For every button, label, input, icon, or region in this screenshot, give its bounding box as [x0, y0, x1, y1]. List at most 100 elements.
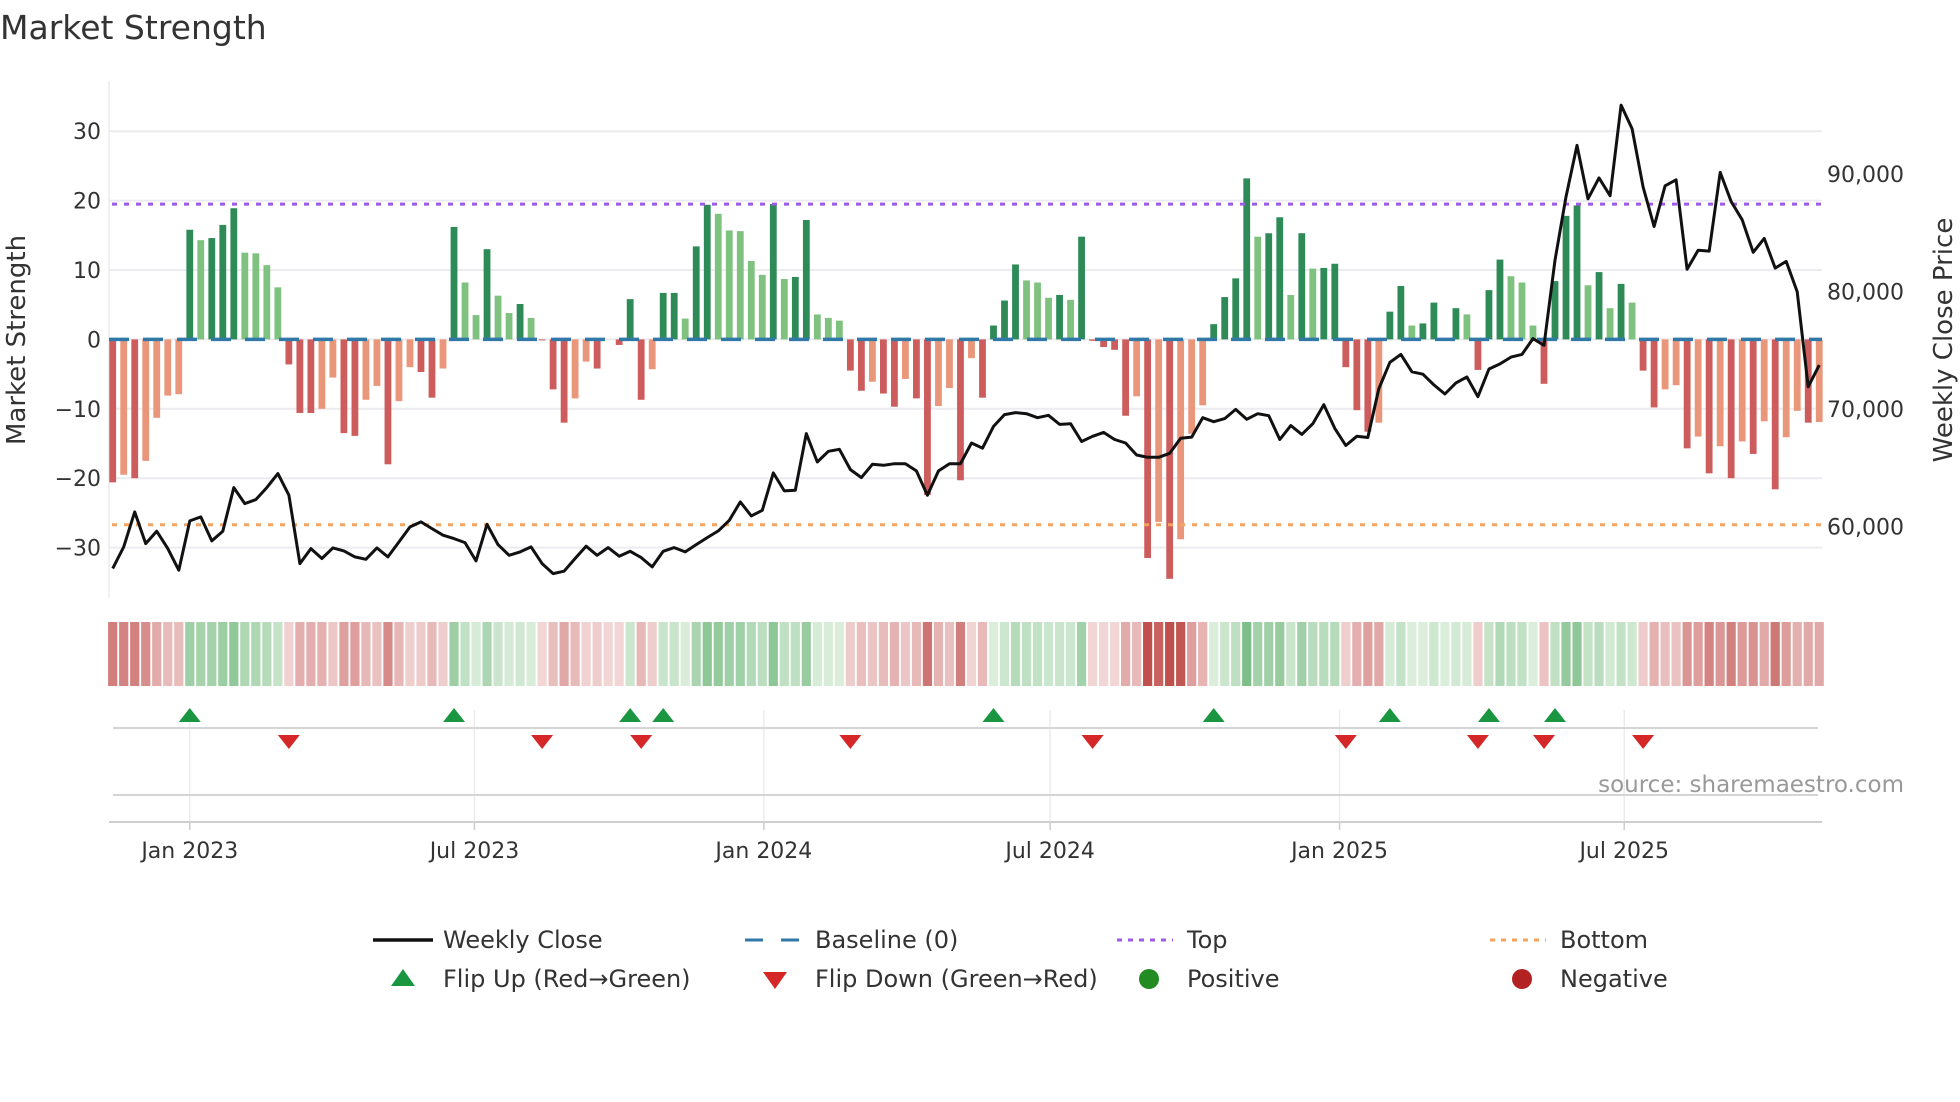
strength-bar: [1122, 339, 1130, 416]
strength-bar: [1727, 339, 1735, 479]
strength-bar: [538, 339, 546, 341]
strength-bar: [593, 339, 601, 369]
heat-cell: [1231, 622, 1241, 686]
heat-cell: [603, 622, 613, 686]
heat-cell: [779, 622, 789, 686]
strength-bar: [1782, 339, 1790, 438]
strength-bar: [1067, 299, 1074, 340]
flip-up-marker: [982, 708, 1005, 722]
legend-label: Negative: [1560, 965, 1668, 993]
flip-down-marker: [277, 735, 300, 749]
strength-bar: [1738, 339, 1746, 442]
heat-cell: [724, 622, 734, 686]
strength-bar: [131, 339, 139, 479]
heat-cell: [1649, 622, 1659, 686]
heat-cell: [1374, 622, 1384, 686]
heat-cell: [1275, 622, 1285, 686]
legend-item: Bottom: [1490, 926, 1648, 954]
strength-bar: [318, 339, 326, 409]
heat-cell: [614, 622, 624, 686]
flip-down-marker: [1466, 735, 1489, 749]
strength-bar: [758, 274, 766, 340]
heat-cell: [251, 622, 261, 686]
heat-cell: [1484, 622, 1494, 686]
strength-bar: [329, 339, 337, 378]
strength-bar: [472, 315, 480, 340]
strength-bar: [1243, 178, 1251, 340]
heat-cell: [1638, 622, 1648, 686]
legend-label: Baseline (0): [815, 926, 958, 954]
heat-cell: [394, 622, 404, 686]
heat-cell: [1297, 622, 1307, 686]
y-tick-label: 30: [73, 120, 101, 145]
flip-up-marker: [619, 708, 642, 722]
strength-bar: [1221, 297, 1229, 340]
heat-cell: [515, 622, 525, 686]
strength-bar: [1408, 325, 1416, 340]
heat-cell: [262, 622, 272, 686]
strength-bar: [990, 325, 997, 340]
heat-cell: [834, 622, 844, 686]
strength-bar: [1430, 302, 1438, 340]
heat-cell: [284, 622, 294, 686]
heat-cell: [152, 622, 162, 686]
heat-cell: [735, 622, 745, 686]
strength-bar: [1507, 276, 1515, 340]
strength-bar: [582, 339, 590, 362]
heat-cell: [1121, 622, 1131, 686]
heat-cell: [1010, 622, 1021, 686]
y-tick-label: 0: [87, 328, 101, 353]
heat-cell: [306, 622, 316, 686]
strength-bar: [1210, 324, 1218, 340]
strength-bar: [1452, 308, 1460, 340]
heat-cell: [1440, 622, 1450, 686]
flip-up-marker: [1477, 708, 1500, 722]
strength-bar: [1749, 339, 1757, 454]
heat-cell: [933, 622, 944, 686]
strength-bar: [1012, 264, 1019, 340]
circle-icon: [1512, 969, 1532, 989]
strength-bar: [648, 339, 656, 370]
strength-bar: [1265, 233, 1273, 340]
strength-bar: [1518, 282, 1526, 340]
strength-bar: [769, 204, 777, 340]
heat-cell: [493, 622, 503, 686]
flip-down-marker: [630, 735, 653, 749]
strength-bar: [813, 314, 821, 340]
heat-cell: [130, 622, 140, 686]
heat-cell: [185, 622, 195, 686]
strength-bar: [924, 339, 931, 495]
heat-cell: [1561, 622, 1571, 686]
strength-bar: [1298, 233, 1306, 340]
strength-bar: [1694, 339, 1702, 437]
strength-bar: [1584, 285, 1592, 340]
flip-up-marker: [652, 708, 675, 722]
heat-cell: [1220, 622, 1230, 686]
strength-bar: [175, 339, 183, 395]
heat-cell: [1704, 622, 1714, 686]
heat-cell: [1187, 622, 1197, 686]
heat-cell: [702, 622, 712, 686]
heat-cell: [1076, 622, 1087, 686]
heat-cell: [526, 622, 536, 686]
heat-cell: [1616, 622, 1626, 686]
strength-bar: [935, 339, 942, 407]
strength-bar: [1771, 339, 1779, 490]
strength-bar: [1628, 302, 1636, 340]
strength-bar: [626, 299, 634, 340]
strength-bar: [1353, 339, 1361, 411]
strength-bar: [747, 260, 755, 340]
heat-cell: [1209, 622, 1219, 686]
y-axis-title-right: Weekly Close Price: [1929, 218, 1959, 463]
strength-bar: [1045, 297, 1052, 340]
triangle-down-icon: [763, 972, 787, 989]
strength-bar: [1188, 339, 1196, 434]
circle-icon: [1139, 969, 1159, 989]
strength-bar: [1474, 339, 1482, 370]
heat-cell: [1770, 622, 1780, 686]
heat-cell: [1253, 622, 1263, 686]
heat-cell: [658, 622, 668, 686]
heat-cell: [1715, 622, 1725, 686]
strength-bar: [461, 282, 469, 340]
heat-cell: [1264, 622, 1274, 686]
